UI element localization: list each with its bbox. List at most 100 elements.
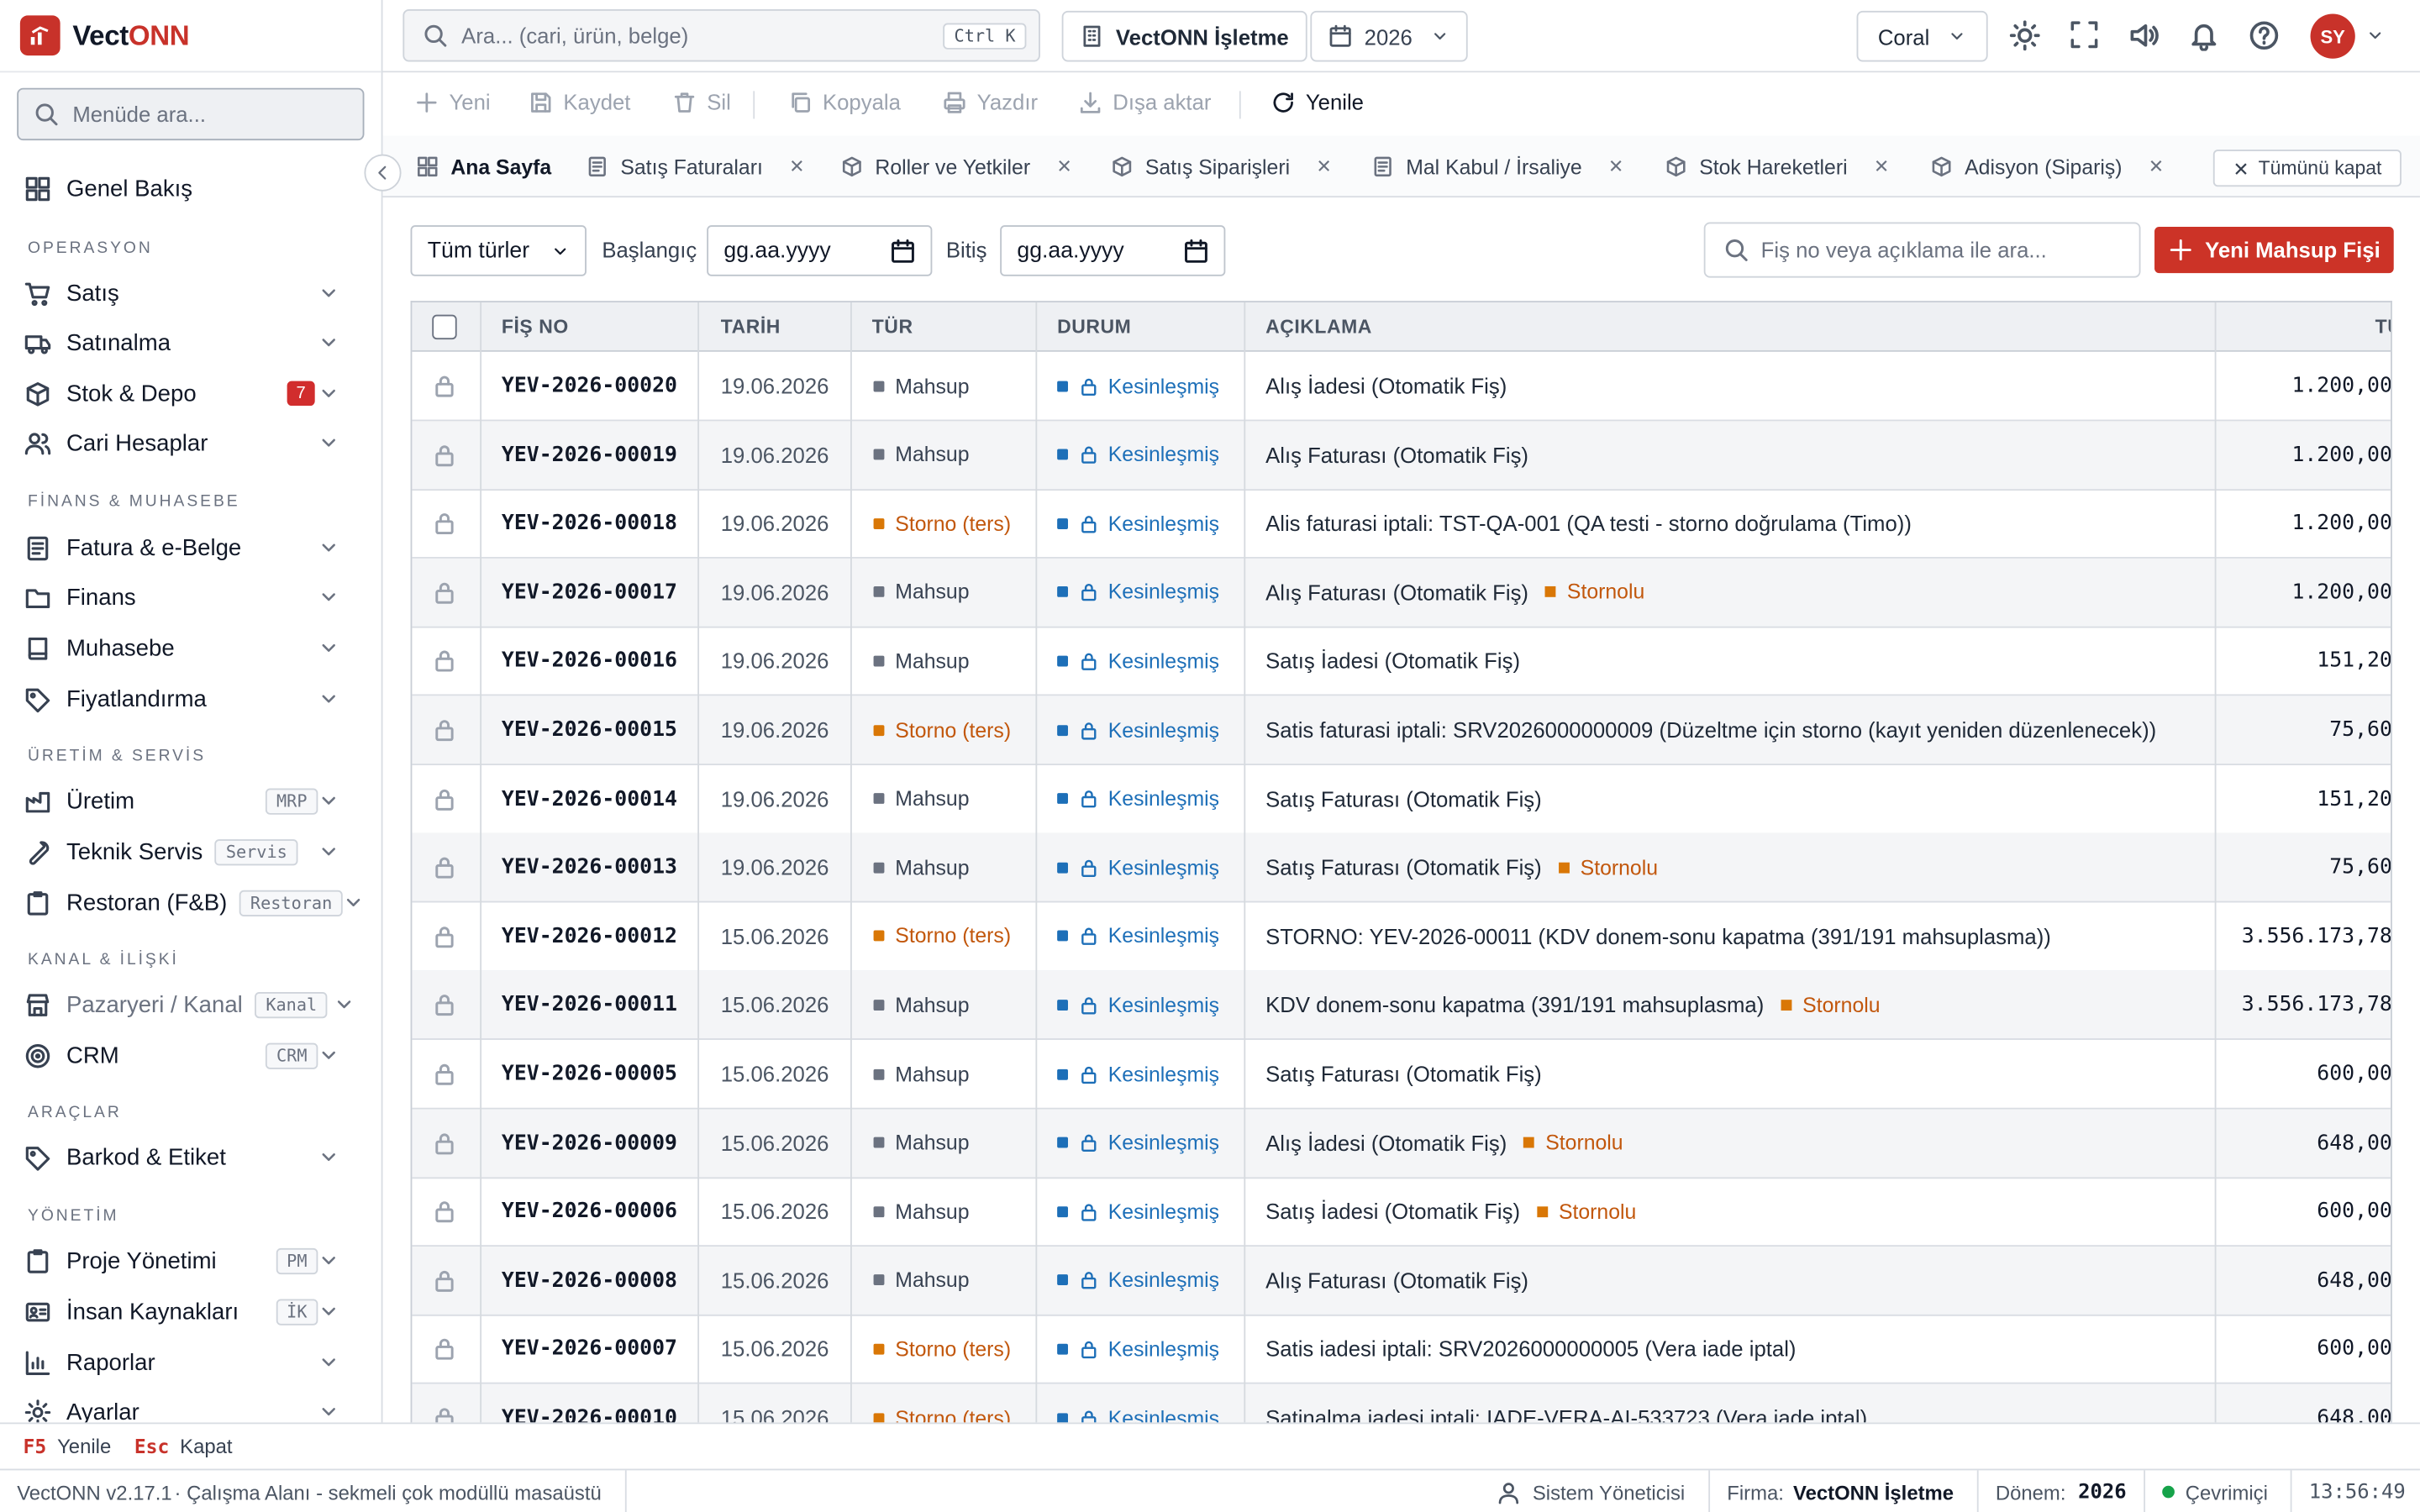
table-row[interactable]: YEV-2026-00014 19.06.2026 Mahsup Kesinleşmi… [412, 764, 2391, 834]
global-search-input[interactable]: Ara... (cari, ürün, belge) Ctrl K [402, 9, 1040, 62]
row-lock-icon[interactable] [432, 971, 456, 1039]
cell-fis-no[interactable]: YEV-2026-00005 [502, 1040, 677, 1108]
help-icon[interactable] [2249, 20, 2280, 51]
close-tab-icon[interactable]: ✕ [1874, 156, 1889, 178]
table-row[interactable]: YEV-2026-00005 15.06.2026 Mahsup Kesinleşmi… [412, 1040, 2391, 1110]
row-lock-icon[interactable] [432, 764, 456, 832]
col-durum[interactable]: DURUM [1057, 302, 1131, 352]
sidebar-item-muhasebe[interactable]: Muhasebe [0, 625, 381, 671]
tab-adisyon[interactable]: Adisyon (Sipariş) ✕ [1931, 136, 2164, 197]
row-lock-icon[interactable] [432, 1109, 456, 1177]
select-all-checkbox[interactable] [432, 302, 457, 352]
col-tutar[interactable]: TU [2375, 302, 2391, 352]
cell-fis-no[interactable]: YEV-2026-00012 [502, 902, 677, 970]
fullscreen-icon[interactable] [2070, 20, 2099, 50]
table-row[interactable]: YEV-2026-00007 15.06.2026 Storno (ters) Kes… [412, 1315, 2391, 1385]
cell-fis-no[interactable]: YEV-2026-00007 [502, 1315, 677, 1383]
cell-fis-no[interactable]: YEV-2026-00017 [502, 559, 677, 627]
table-row[interactable]: YEV-2026-00008 15.06.2026 Mahsup Kesinleşmi… [412, 1246, 2391, 1316]
sun-icon[interactable] [2009, 20, 2040, 51]
cell-fis-no[interactable]: YEV-2026-00018 [502, 490, 677, 558]
sidebar-item-servis[interactable]: Teknik Servis Servis [0, 828, 381, 874]
sidebar-item-overview[interactable]: Genel Bakış [0, 165, 381, 212]
cell-fis-no[interactable]: YEV-2026-00020 [502, 352, 677, 420]
copy-button[interactable]: Kopyala [789, 90, 901, 114]
close-tab-icon[interactable]: ✕ [1608, 156, 1623, 178]
col-aciklama[interactable]: AÇIKLAMA [1265, 302, 1372, 352]
row-lock-icon[interactable] [432, 902, 456, 970]
row-lock-icon[interactable] [432, 559, 456, 627]
table-row[interactable]: YEV-2026-00011 15.06.2026 Mahsup Kesinleşmi… [412, 971, 2391, 1041]
row-lock-icon[interactable] [432, 1247, 456, 1315]
cell-fis-no[interactable]: YEV-2026-00016 [502, 627, 677, 695]
table-row[interactable]: YEV-2026-00006 15.06.2026 Mahsup Kesinleşmi… [412, 1178, 2391, 1247]
sidebar-collapse-button[interactable] [364, 154, 402, 192]
cell-fis-no[interactable]: YEV-2026-00010 [502, 1384, 677, 1422]
col-tur[interactable]: TÜR [872, 302, 913, 352]
sidebar-item-satis[interactable]: Satış [0, 270, 381, 316]
close-tab-icon[interactable]: ✕ [1056, 156, 1071, 178]
start-date-input[interactable]: gg.aa.yyyy [707, 225, 933, 276]
row-lock-icon[interactable] [432, 696, 456, 764]
row-lock-icon[interactable] [432, 490, 456, 558]
cell-fis-no[interactable]: YEV-2026-00019 [502, 421, 677, 489]
year-selector[interactable]: 2026 [1310, 10, 1468, 62]
table-row[interactable]: YEV-2026-00017 19.06.2026 Mahsup Kesinleşmi… [412, 558, 2391, 628]
print-button[interactable]: Yazdır [943, 90, 1038, 114]
row-lock-icon[interactable] [432, 1040, 456, 1108]
sidebar-item-restoran[interactable]: Restoran (F&B) Restoran [0, 879, 381, 926]
sidebar-item-satinalma[interactable]: Satınalma [0, 319, 381, 365]
table-row[interactable]: YEV-2026-00010 15.06.2026 Storno (ters) Kes… [412, 1383, 2391, 1423]
table-row[interactable]: YEV-2026-00009 15.06.2026 Mahsup Kesinleşmi… [412, 1108, 2391, 1179]
tab-satis-siparisleri[interactable]: Satış Siparişleri ✕ [1111, 136, 1332, 197]
row-lock-icon[interactable] [432, 1384, 456, 1423]
row-lock-icon[interactable] [432, 833, 456, 901]
type-filter-select[interactable]: Tüm türler [410, 225, 587, 276]
voucher-search-input[interactable]: Fiş no veya açıklama ile ara... [1703, 222, 2141, 278]
sidebar-item-finans[interactable]: Finans [0, 574, 381, 620]
row-lock-icon[interactable] [432, 352, 456, 420]
sidebar-item-proje[interactable]: Proje Yönetimi PM [0, 1237, 381, 1284]
row-lock-icon[interactable] [432, 627, 456, 695]
col-fis-no[interactable]: FİŞ NO [502, 302, 569, 352]
sidebar-item-crm[interactable]: CRM CRM [0, 1032, 381, 1079]
sidebar-item-stok[interactable]: Stok & Depo 7 [0, 370, 381, 417]
row-lock-icon[interactable] [432, 421, 456, 489]
sidebar-item-raporlar[interactable]: Raporlar [0, 1339, 381, 1385]
cell-fis-no[interactable]: YEV-2026-00006 [502, 1178, 677, 1246]
table-row[interactable]: YEV-2026-00013 19.06.2026 Mahsup Kesinleşmi… [412, 833, 2391, 903]
close-tab-icon[interactable]: ✕ [789, 156, 804, 178]
cell-fis-no[interactable]: YEV-2026-00014 [502, 764, 677, 832]
sidebar-item-uretim[interactable]: Üretim MRP [0, 778, 381, 824]
sidebar-item-cari[interactable]: Cari Hesaplar [0, 420, 381, 466]
cell-fis-no[interactable]: YEV-2026-00011 [502, 971, 677, 1039]
tab-mal-kabul[interactable]: Mal Kabul / İrsaliye ✕ [1372, 136, 1623, 197]
table-row[interactable]: YEV-2026-00019 19.06.2026 Mahsup Kesinleşmi… [412, 420, 2391, 491]
menu-search-input[interactable]: Menüde ara... [17, 87, 365, 141]
close-tab-icon[interactable]: ✕ [2149, 156, 2164, 178]
cell-fis-no[interactable]: YEV-2026-00013 [502, 833, 677, 901]
table-row[interactable]: YEV-2026-00015 19.06.2026 Storno (ters) Kes… [412, 696, 2391, 766]
close-all-tabs-button[interactable]: ✕ Tümünü kapat [2212, 150, 2402, 187]
save-button[interactable]: Kaydet [529, 90, 630, 114]
refresh-button[interactable]: Yenile [1271, 90, 1364, 114]
sidebar-item-fatura[interactable]: Fatura & e-Belge [0, 524, 381, 570]
tab-roller[interactable]: Roller ve Yetkiler ✕ [841, 136, 1072, 197]
sidebar-item-ayarlar[interactable]: Ayarlar [0, 1389, 381, 1423]
table-row[interactable]: YEV-2026-00020 19.06.2026 Mahsup Kesinleşmi… [412, 352, 2391, 422]
delete-button[interactable]: Sil [673, 90, 731, 114]
new-button[interactable]: Yeni [415, 90, 491, 114]
tab-ana-sayfa[interactable]: Ana Sayfa [417, 136, 551, 197]
cell-fis-no[interactable]: YEV-2026-00009 [502, 1109, 677, 1177]
company-selector[interactable]: VectONN İşletme [1061, 10, 1307, 62]
tab-stok-hareketleri[interactable]: Stok Hareketleri ✕ [1665, 136, 1889, 197]
row-lock-icon[interactable] [432, 1178, 456, 1246]
theme-selector[interactable]: Coral [1856, 10, 1988, 62]
speaker-icon[interactable] [2128, 20, 2160, 51]
chevron-down-icon[interactable] [2366, 26, 2385, 45]
sidebar-item-ik[interactable]: İnsan Kaynakları İK [0, 1289, 381, 1335]
tab-satis-faturalari[interactable]: Satış Faturaları ✕ [587, 136, 805, 197]
cell-fis-no[interactable]: YEV-2026-00008 [502, 1247, 677, 1315]
export-button[interactable]: Dışa aktar [1079, 90, 1211, 114]
row-lock-icon[interactable] [432, 1315, 456, 1383]
